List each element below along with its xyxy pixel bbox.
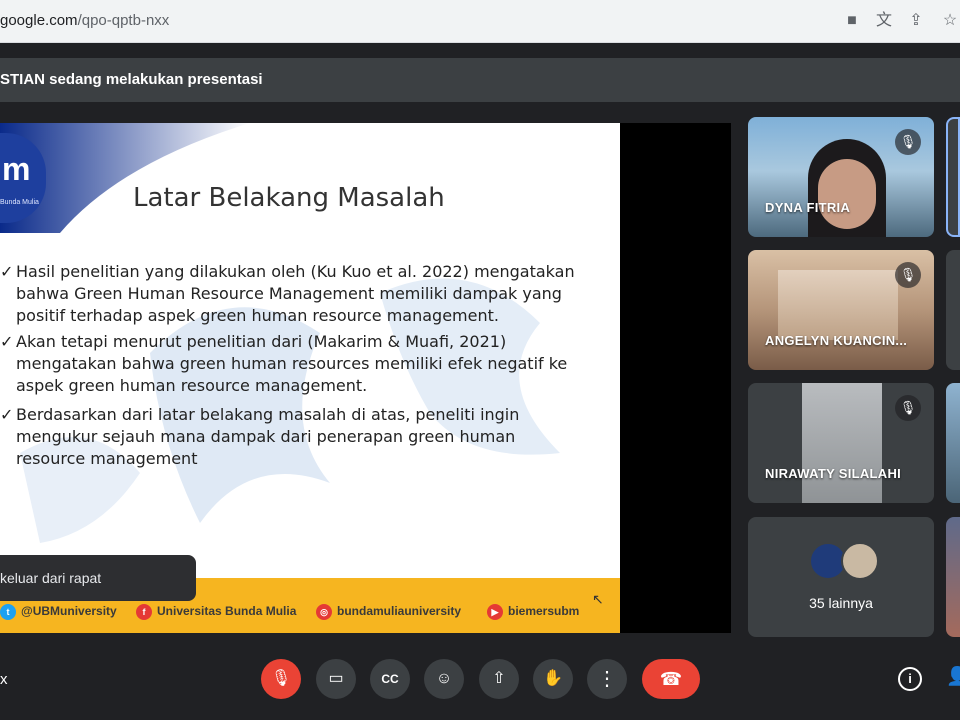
- others-tile[interactable]: 35 lainnya: [748, 517, 934, 637]
- participant-tile-partial[interactable]: [946, 250, 960, 370]
- browser-toolbar: google.com/qpo-qptb-nxx ■ 文 ⇪ ☆: [0, 0, 960, 43]
- participant-video: [802, 383, 882, 503]
- participant-tile[interactable]: 🎙 NIRAWATY SILALAHI: [748, 383, 934, 503]
- participant-tile[interactable]: 🎙 DYNA FITRIA: [748, 117, 934, 237]
- raise-hand-button[interactable]: ✋: [533, 659, 573, 699]
- facebook-icon: f: [136, 604, 152, 620]
- bullet-line: bahwa Green Human Resource Management me…: [16, 284, 562, 303]
- slide-bullet: ✓ Akan tetapi menurut penelitian dari (M…: [0, 331, 606, 397]
- participant-tile[interactable]: 🎙 ANGELYN KUANCIN...: [748, 250, 934, 370]
- camera-toggle-button[interactable]: ▭: [316, 659, 356, 699]
- participant-tile-partial[interactable]: [946, 517, 960, 637]
- mic-off-icon: 🎙: [895, 262, 921, 288]
- slide-bullet: ✓ Hasil penelitian yang dilakukan oleh (…: [0, 261, 606, 327]
- participant-face: [818, 159, 876, 229]
- captions-button[interactable]: CC: [370, 659, 410, 699]
- translate-icon[interactable]: 文: [874, 11, 894, 31]
- footer-instagram: ◎ bundamuliauniversity: [316, 604, 461, 620]
- twitter-icon: t: [0, 604, 16, 620]
- checkmark-icon: ✓: [0, 262, 14, 281]
- camera-icon: ▭: [328, 670, 344, 687]
- bullet-line: Akan tetapi menurut penelitian dari (Mak…: [16, 332, 507, 351]
- url-host: google.com: [0, 12, 78, 29]
- slide-bullet: ✓ Berdasarkan dari latar belakang masala…: [0, 404, 606, 470]
- emoji-button[interactable]: ☺: [424, 659, 464, 699]
- mic-toggle-button[interactable]: 🎙: [261, 659, 301, 699]
- participant-video: [778, 270, 898, 340]
- bullet-line: Hasil penelitian yang dilakukan oleh (Ku…: [16, 262, 575, 281]
- bullet-line: resource management: [16, 449, 198, 468]
- footer-twitter: t @UBMuniversity: [0, 604, 117, 620]
- hangup-button[interactable]: ☎: [642, 659, 700, 699]
- slide-title: Latar Belakang Masalah: [133, 183, 445, 213]
- cc-icon: CC: [381, 672, 399, 686]
- presenter-text: STIAN sedang melakukan presentasi: [0, 71, 263, 88]
- hangup-icon: ☎: [659, 669, 683, 689]
- presenter-banner: STIAN sedang melakukan presentasi: [0, 58, 960, 102]
- logo-subtext: Bunda Mulia: [0, 199, 39, 206]
- bullet-line: aspek green human resource management.: [16, 376, 368, 395]
- others-count: 35 lainnya: [809, 595, 873, 611]
- bullet-line: mengukur sejauh mana dampak dari penerap…: [16, 427, 516, 446]
- camera-indicator-icon[interactable]: ■: [842, 11, 862, 31]
- logo-mark: m: [2, 151, 31, 187]
- instagram-icon: ◎: [316, 604, 332, 620]
- leave-meeting-toast[interactable]: keluar dari rapat: [0, 555, 196, 601]
- participant-tile-partial[interactable]: [946, 117, 960, 237]
- footer-youtube: ▶ biemersubm: [487, 604, 579, 620]
- checkmark-icon: ✓: [0, 332, 14, 351]
- bullet-line: Berdasarkan dari latar belakang masalah …: [16, 405, 520, 424]
- avatar: [841, 542, 879, 580]
- bullet-line: positif terhadap aspek green human resou…: [16, 306, 499, 325]
- present-button[interactable]: ⇧: [479, 659, 519, 699]
- present-icon: ⇧: [492, 670, 506, 687]
- participant-name: NIRAWATY SILALAHI: [765, 466, 902, 481]
- more-options-button[interactable]: ⋮: [587, 659, 627, 699]
- participant-name: DYNA FITRIA: [765, 200, 851, 215]
- mic-off-icon: 🎙: [895, 395, 921, 421]
- info-icon[interactable]: i: [898, 667, 922, 691]
- share-icon[interactable]: ⇪: [906, 11, 926, 31]
- mic-off-icon: 🎙: [270, 670, 292, 687]
- mouse-cursor-icon: ↖: [592, 591, 604, 607]
- bookmark-star-icon[interactable]: ☆: [940, 11, 960, 31]
- url-path: /qpo-qptb-nxx: [77, 12, 170, 29]
- footer-facebook: f Universitas Bunda Mulia: [136, 604, 296, 620]
- participant-name: ANGELYN KUANCIN...: [765, 333, 908, 348]
- more-icon: ⋮: [597, 668, 617, 690]
- youtube-icon: ▶: [487, 604, 503, 620]
- address-bar[interactable]: google.com/qpo-qptb-nxx: [0, 12, 169, 29]
- mic-off-icon: 🎙: [895, 129, 921, 155]
- checkmark-icon: ✓: [0, 405, 14, 424]
- hand-icon: ✋: [543, 670, 563, 687]
- toast-text: keluar dari rapat: [0, 570, 102, 586]
- bullet-line: mengatakan bahwa green human resources m…: [16, 354, 568, 373]
- emoji-icon: ☺: [435, 670, 453, 687]
- people-icon[interactable]: 👤: [946, 666, 960, 687]
- participant-tile-partial[interactable]: [946, 383, 960, 503]
- meeting-code: x: [0, 671, 8, 688]
